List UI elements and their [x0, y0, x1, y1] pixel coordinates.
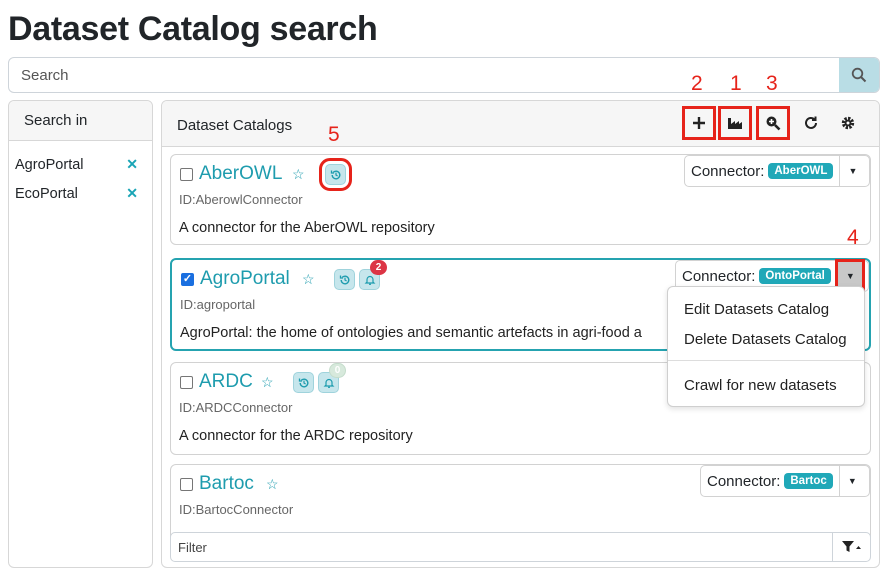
connector-label: Connector:: [707, 472, 781, 490]
menu-divider: [668, 360, 864, 361]
annotation-number: 4: [847, 226, 859, 249]
filter-bar: [170, 532, 871, 562]
chevron-down-icon[interactable]: ▼: [838, 466, 865, 496]
settings-button[interactable]: [831, 106, 865, 140]
remove-icon[interactable]: ✕: [126, 156, 138, 173]
connector-dropdown[interactable]: Connector: AberOWL ▼: [684, 155, 870, 187]
history-button[interactable]: [334, 269, 355, 290]
catalog-name[interactable]: ARDC: [199, 371, 253, 393]
chevron-down-icon[interactable]: ▼: [839, 156, 865, 186]
annotation-number: 1: [730, 72, 742, 95]
history-icon: [339, 274, 349, 284]
panel-title: Dataset Catalogs: [177, 117, 293, 134]
filter-icon: [841, 541, 861, 552]
history-button[interactable]: [319, 158, 352, 191]
favorite-star-icon[interactable]: ☆: [302, 271, 315, 288]
search-input[interactable]: [9, 58, 841, 92]
sidebar-item-label: EcoPortal: [15, 186, 78, 202]
factory-button[interactable]: [718, 106, 752, 140]
catalog-id: ID:agroportal: [180, 297, 256, 312]
annotation-number: 2: [691, 72, 703, 95]
bell-icon: [323, 378, 334, 388]
refresh-icon: [805, 116, 817, 129]
favorite-star-icon[interactable]: ☆: [292, 166, 305, 183]
connector-badge: OntoPortal: [759, 268, 831, 284]
history-icon: [330, 169, 340, 179]
annotation-number: 5: [328, 123, 340, 146]
connector-badge: AberOWL: [768, 163, 834, 179]
notification-count-badge: 0: [329, 363, 346, 378]
filter-input[interactable]: [171, 533, 831, 561]
connector-label: Connector:: [682, 267, 756, 285]
refresh-button[interactable]: [794, 106, 828, 140]
search-icon: [851, 67, 867, 83]
catalog-description: A connector for the AberOWL repository: [179, 220, 435, 236]
catalog-description: AgroPortal: the home of ontologies and s…: [180, 325, 642, 341]
plus-icon: [693, 117, 705, 129]
catalog-id: ID:ARDCConnector: [179, 400, 293, 415]
connector-label: Connector:: [691, 162, 765, 180]
favorite-star-icon[interactable]: ☆: [266, 476, 279, 493]
sidebar-item-label: AgroPortal: [15, 157, 84, 173]
annotation-number: 3: [766, 72, 778, 95]
catalog-description: A connector for the ARDC repository: [179, 428, 413, 444]
catalog-checkbox[interactable]: ✓: [181, 273, 194, 286]
filter-button[interactable]: [832, 533, 870, 561]
search-bar: [8, 57, 880, 93]
industry-icon: [728, 118, 742, 129]
panel-header: Dataset Catalogs: [162, 101, 879, 147]
history-button[interactable]: [293, 372, 314, 393]
add-catalog-button[interactable]: [682, 106, 716, 140]
page-title: Dataset Catalog search: [8, 10, 378, 48]
catalog-id: ID:BartocConnector: [179, 502, 294, 517]
delete-catalog-menu-item[interactable]: Delete Datasets Catalog: [684, 331, 847, 348]
catalog-checkbox[interactable]: [180, 478, 193, 491]
search-plus-icon: [766, 116, 781, 131]
catalog-name[interactable]: AberOWL: [199, 163, 282, 185]
catalog-name[interactable]: AgroPortal: [200, 268, 290, 290]
search-button[interactable]: [839, 58, 879, 92]
connector-badge: Bartoc: [784, 473, 833, 489]
bell-icon: [364, 275, 375, 285]
catalog-checkbox[interactable]: [180, 376, 193, 389]
notification-count-badge: 2: [370, 260, 387, 275]
gear-icon: [841, 116, 855, 130]
search-add-button[interactable]: [756, 106, 790, 140]
sidebar-item-agroportal[interactable]: AgroPortal ✕: [9, 149, 152, 178]
history-icon: [298, 377, 308, 387]
catalog-id: ID:AberowlConnector: [179, 192, 303, 207]
sidebar-heading: Search in: [9, 101, 152, 141]
catalog-name[interactable]: Bartoc: [199, 473, 254, 495]
remove-icon[interactable]: ✕: [126, 185, 138, 202]
catalog-checkbox[interactable]: [180, 168, 193, 181]
favorite-star-icon[interactable]: ☆: [261, 374, 274, 391]
sidebar-item-ecoportal[interactable]: EcoPortal ✕: [9, 178, 152, 207]
connector-dropdown[interactable]: Connector: Bartoc ▼: [700, 465, 870, 497]
connector-menu: Edit Datasets Catalog Delete Datasets Ca…: [667, 286, 865, 407]
catalog-card: AberOWL ☆ ID:AberowlConnector A connecto…: [170, 154, 871, 245]
crawl-datasets-menu-item[interactable]: Crawl for new datasets: [684, 377, 837, 394]
edit-catalog-menu-item[interactable]: Edit Datasets Catalog: [684, 301, 829, 318]
sidebar: Search in AgroPortal ✕ EcoPortal ✕: [8, 100, 153, 568]
